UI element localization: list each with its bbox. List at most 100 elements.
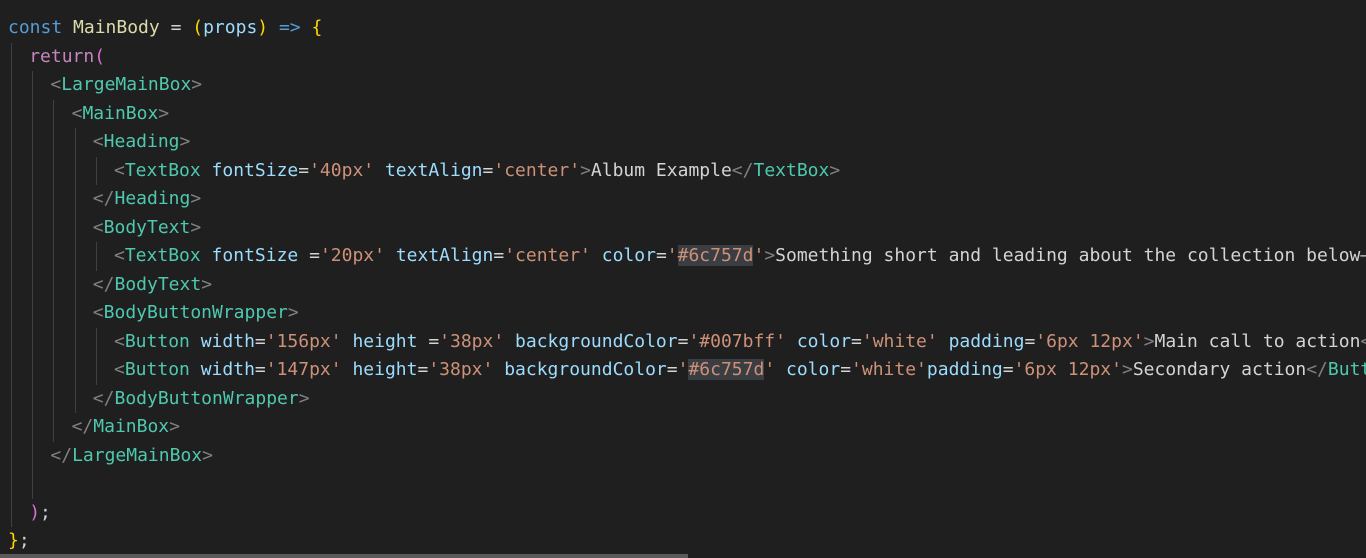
code-token: < — [114, 245, 125, 266]
indent-guide — [32, 71, 34, 100]
code-line[interactable]: </LargeMainBox> — [8, 441, 1366, 470]
code-token: BodyButtonWrapper — [103, 302, 288, 323]
code-token: TextBox — [124, 159, 201, 181]
code-token: ) — [29, 501, 41, 523]
code-token: 'center' — [504, 245, 591, 266]
horizontal-scrollbar[interactable] — [0, 554, 1366, 558]
code-line[interactable]: </BodyButtonWrapper> — [8, 384, 1366, 414]
code-line[interactable]: <Heading> — [8, 128, 1366, 157]
indent-guide — [53, 128, 55, 157]
indent-guide — [32, 213, 34, 242]
indent-guide — [11, 498, 12, 527]
code-line-content: <Heading> — [93, 128, 191, 157]
code-line-content: </BodyButtonWrapper> — [93, 385, 310, 414]
indent-guide — [11, 299, 12, 328]
code-token: LargeMainBox — [72, 444, 203, 466]
horizontal-scrollbar-thumb[interactable] — [0, 554, 688, 558]
code-token: backgroundColor — [515, 330, 678, 352]
code-token: > — [1143, 330, 1155, 352]
indent-guide — [74, 242, 76, 271]
indent-guide — [74, 299, 76, 328]
code-token: < — [114, 159, 125, 181]
code-token: = — [417, 330, 440, 352]
code-line[interactable]: <Button width='147px' height='38px' back… — [8, 356, 1366, 385]
indent-guide — [95, 356, 97, 385]
code-line[interactable]: const MainBody = (props) => { — [8, 14, 1366, 43]
indent-guide — [53, 99, 55, 128]
indent-guide — [11, 156, 12, 185]
indent-guide — [95, 242, 97, 271]
code-line[interactable]: }; — [8, 527, 1366, 556]
code-token: = — [254, 330, 266, 352]
code-line[interactable]: </MainBox> — [8, 413, 1366, 442]
code-token: Heading — [114, 188, 191, 209]
code-token: > — [190, 188, 202, 209]
code-token: > — [1121, 359, 1133, 380]
code-line[interactable]: <LargeMainBox> — [8, 71, 1366, 100]
indent-guide — [11, 213, 12, 242]
code-token: < — [92, 216, 104, 238]
code-line-content: <BodyText> — [93, 214, 201, 243]
code-token: textAlign — [384, 159, 483, 181]
code-token: width — [200, 359, 255, 380]
code-line-content: </BodyText> — [93, 271, 212, 300]
code-token: > — [169, 416, 180, 437]
code-line[interactable]: </Heading> — [8, 185, 1366, 214]
code-token: '20px' — [319, 245, 385, 266]
code-editor[interactable]: const MainBody = (props) => {return(<Lar… — [0, 0, 1366, 558]
indent-guide — [95, 327, 97, 356]
code-line[interactable]: <BodyText> — [8, 213, 1366, 243]
code-token: </ — [92, 188, 115, 209]
code-token: > — [191, 74, 203, 95]
indent-guide — [32, 413, 34, 442]
code-token: color — [796, 330, 852, 352]
code-line-content: <MainBox> — [72, 100, 170, 129]
code-line[interactable]: ); — [8, 498, 1366, 527]
indent-guide — [32, 99, 34, 128]
code-area[interactable]: const MainBody = (props) => {return(<Lar… — [8, 14, 1366, 556]
code-token: ( — [94, 45, 106, 67]
code-token: = — [840, 359, 852, 380]
code-token: </ — [71, 416, 94, 437]
code-token: #6c757d — [688, 359, 765, 380]
code-token: ' — [677, 359, 689, 380]
code-line-content: <Button width='156px' height ='38px' bac… — [114, 328, 1366, 357]
code-token: MainBox — [93, 416, 170, 437]
indent-guide — [53, 156, 55, 185]
indent-guide — [74, 128, 76, 157]
code-line[interactable]: return( — [8, 42, 1366, 71]
code-line[interactable] — [8, 470, 1366, 499]
code-line[interactable]: <TextBox fontSize ='20px' textAlign='cen… — [8, 242, 1366, 271]
indent-guide — [32, 185, 34, 214]
code-token: textAlign — [395, 245, 494, 266]
code-token: < — [92, 302, 104, 323]
indent-guide — [53, 213, 55, 242]
code-token: LargeMainBox — [61, 74, 192, 95]
code-token: ' — [753, 245, 765, 266]
indent-guide — [74, 213, 76, 242]
code-token: TextBox — [124, 245, 201, 266]
indent-guide — [11, 42, 12, 71]
code-line[interactable]: <BodyButtonWrapper> — [8, 299, 1366, 328]
code-token: { — [311, 17, 323, 38]
code-token: TextBox — [753, 159, 830, 181]
code-line-content: const MainBody = (props) => { — [8, 14, 322, 43]
code-token: = — [666, 359, 678, 380]
code-token: '6px 12px' — [1035, 330, 1144, 352]
code-line[interactable]: </BodyText> — [8, 270, 1366, 300]
code-token: '#007bff' — [688, 330, 786, 352]
code-token: 'white' — [861, 330, 938, 352]
indent-guide — [32, 270, 34, 299]
code-line[interactable]: <Button width='156px' height ='38px' bac… — [8, 327, 1366, 357]
code-line[interactable]: <TextBox fontSize='40px' textAlign='cent… — [8, 156, 1366, 185]
code-token: MainBox — [82, 102, 159, 124]
code-token: fontSize — [211, 245, 299, 266]
code-token: </ — [731, 159, 754, 181]
code-token: = — [655, 245, 667, 266]
code-token: = — [677, 330, 689, 352]
code-token: width — [200, 330, 255, 352]
code-line[interactable]: <MainBox> — [8, 99, 1366, 129]
code-token: = — [482, 159, 494, 181]
indent-guide — [11, 356, 12, 385]
